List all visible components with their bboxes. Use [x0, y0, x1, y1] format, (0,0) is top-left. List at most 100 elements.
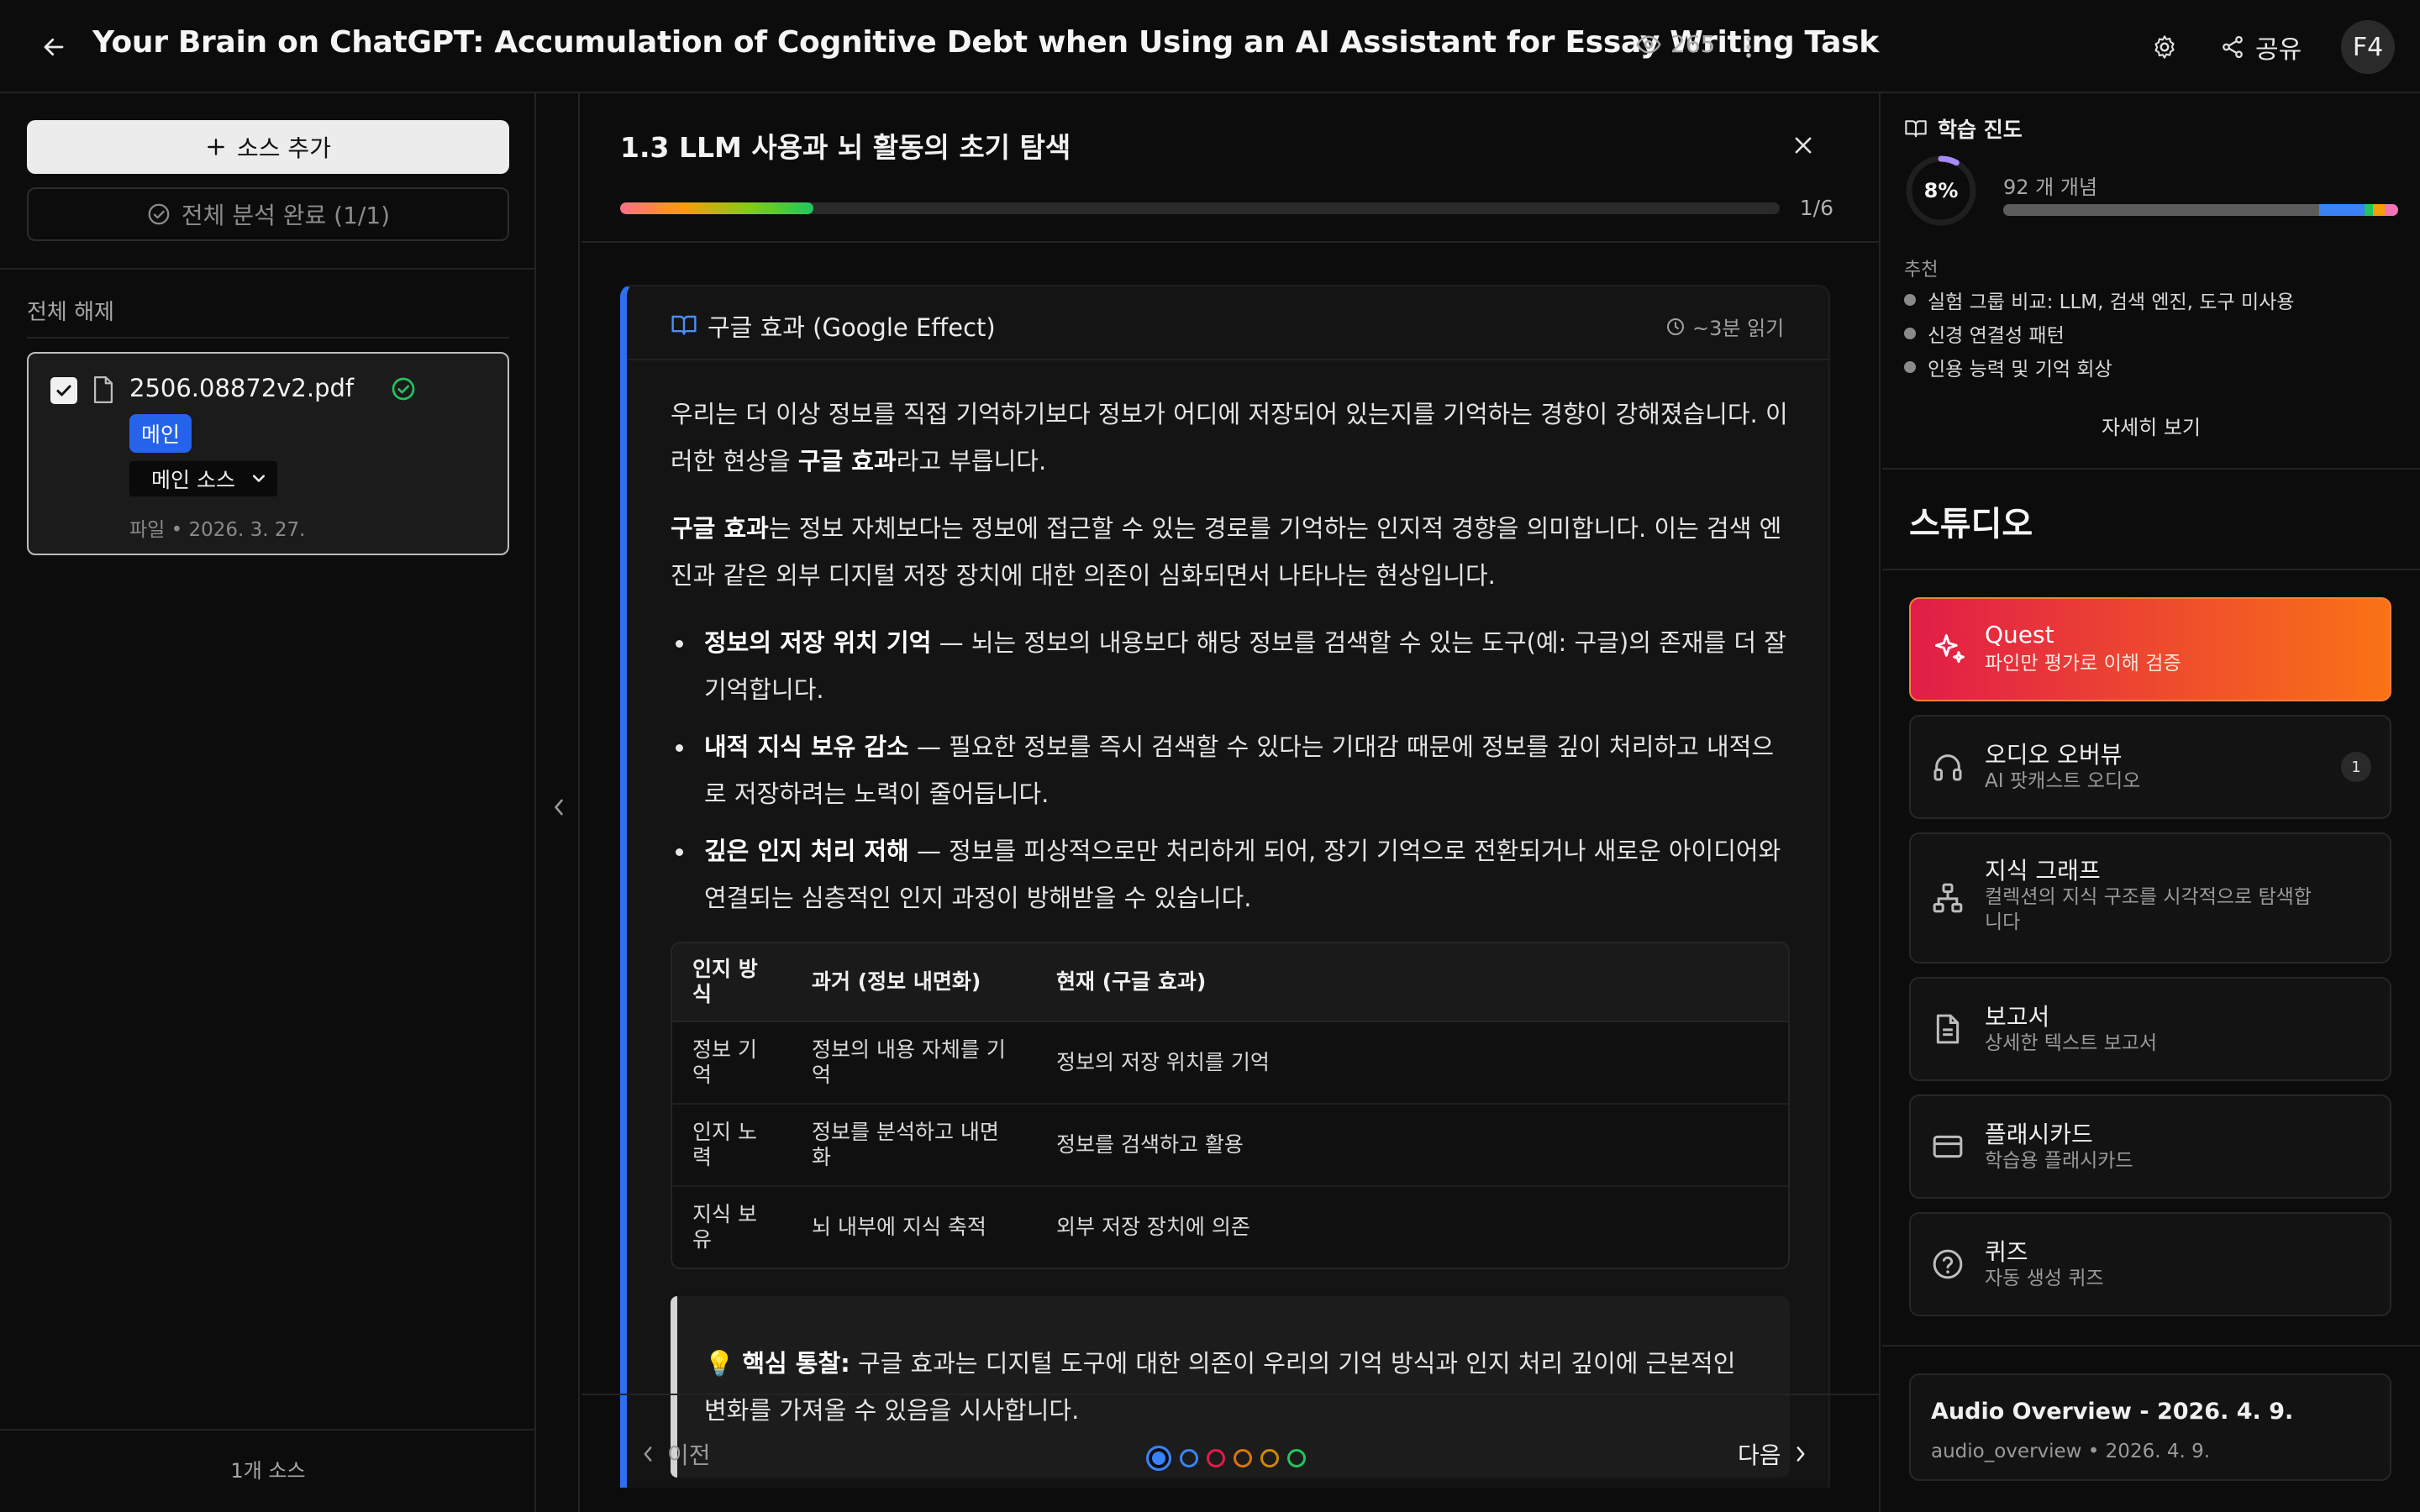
- knowledge-graph-tool-button[interactable]: 지식 그래프 컬렉션의 지식 구조를 시각적으로 탐색합니다: [1909, 832, 2391, 963]
- step-dot[interactable]: [1207, 1449, 1225, 1467]
- audio-overview-tool-button[interactable]: 오디오 오버뷰 AI 팟캐스트 오디오 1: [1909, 715, 2391, 819]
- eye-icon: [1636, 34, 1661, 54]
- add-source-label: 소스 추가: [237, 134, 331, 162]
- divider: [1882, 1345, 2420, 1347]
- learning-progress-heading: 학습 진도: [1904, 113, 2023, 144]
- tool-description: 파인만 평가로 이해 검증: [1985, 653, 2181, 675]
- flashcard-tool-button[interactable]: 플래시카드 학습용 플래시카드: [1909, 1095, 2391, 1199]
- chevron-left-icon: [555, 799, 563, 816]
- close-icon: [1795, 137, 1812, 154]
- tool-name: 보고서: [1985, 1003, 2050, 1031]
- deselect-all-button[interactable]: 전체 해제: [27, 295, 114, 326]
- table-cell: 뇌 내부에 지식 축적: [812, 1215, 986, 1239]
- user-avatar[interactable]: F4: [2341, 20, 2395, 74]
- insight-text: 구글 효과는 디지털 도구에 대한 의존이 우리의 기억 방식과 인지 처리 깊…: [704, 1349, 1736, 1425]
- table-cell: 인지 노력: [672, 1105, 792, 1187]
- tool-name: 퀴즈: [1985, 1238, 2028, 1266]
- table-row: 정보 기억 정보의 내용 자체를 기억 정보의 저장 위치를 기억: [672, 1022, 1788, 1105]
- step-dot[interactable]: [1146, 1446, 1171, 1471]
- table-cell: 정보 기억: [672, 1022, 792, 1105]
- share-icon: [2223, 35, 2243, 59]
- table-cell: 지식 보유: [692, 1202, 757, 1252]
- close-lesson-button[interactable]: [1786, 129, 1820, 162]
- tool-name: 플래시카드: [1985, 1121, 2093, 1148]
- tool-description: 자동 생성 퀴즈: [1985, 1268, 2104, 1289]
- bullet-dot: [1904, 294, 1916, 306]
- divider: [1882, 468, 2420, 470]
- table-cell: 정보를 분석하고 내면화: [792, 1105, 1036, 1187]
- recommendation-item[interactable]: 인용 능력 및 기억 회상: [1904, 350, 2294, 384]
- list-item: 내적 지식 보유 감소 — 필요한 정보를 즉시 검색할 수 있다는 기대감 때…: [671, 723, 1788, 817]
- step-dot[interactable]: [1180, 1449, 1198, 1467]
- previous-button[interactable]: 이전: [640, 1437, 711, 1471]
- comparison-table: 인지 방식 과거 (정보 내면화) 현재 (구글 효과) 정보 기억 정보의 내…: [671, 942, 1790, 1269]
- step-dot[interactable]: [1234, 1449, 1252, 1467]
- table-header: 과거 (정보 내면화): [792, 943, 1036, 1022]
- studio-title: 스튜디오: [1909, 505, 2033, 543]
- source-checkbox[interactable]: [50, 377, 77, 404]
- more-options-button[interactable]: [1736, 30, 1761, 64]
- step-dot[interactable]: [1260, 1449, 1279, 1467]
- headphones-icon: [1933, 754, 1962, 781]
- bullet-term: 깊은 인지 처리 저해: [704, 837, 909, 865]
- source-type-select[interactable]: 메인 소스: [129, 461, 277, 496]
- step-indicator: [1146, 1446, 1306, 1471]
- concept-count: 92 개 개념: [2003, 176, 2098, 199]
- lightbulb-icon: 💡: [704, 1349, 735, 1378]
- share-button[interactable]: 공유: [2220, 27, 2302, 67]
- book-icon: [671, 313, 697, 337]
- tool-name: 지식 그래프: [1985, 857, 2101, 885]
- table-cell: 정보의 저장 위치를 기억: [1036, 1022, 1788, 1105]
- lesson-title: 1.3 LLM 사용과 뇌 활동의 초기 탐색: [620, 131, 1071, 164]
- tool-description: 학습용 플래시카드: [1985, 1150, 2133, 1172]
- next-label: 다음: [1738, 1441, 1781, 1469]
- recommendation-item[interactable]: 신경 연결성 패턴: [1904, 317, 2294, 350]
- next-button[interactable]: 다음: [1738, 1437, 1808, 1471]
- lesson-progress-fill: [620, 202, 813, 214]
- lesson-content-scroll[interactable]: 구글 효과 (Google Effect) ~3분 읽기 우리는 더 이상 정보…: [620, 285, 1830, 1488]
- concept-card-body: 우리는 더 이상 정보를 직접 기억하기보다 정보가 어디에 저장되어 있는지를…: [671, 391, 1790, 1478]
- insight-label: 핵심 통찰:: [742, 1349, 850, 1378]
- see-more-link[interactable]: 자세히 보기: [1882, 411, 2420, 440]
- tool-description: AI 팟캐스트 오디오: [1985, 770, 2141, 792]
- concept-card-title: 구글 효과 (Google Effect): [708, 313, 996, 342]
- source-item[interactable]: 2506.08872v2.pdf 메인 메인 소스 파일 • 2026. 3. …: [27, 352, 509, 555]
- clock-icon: [1667, 318, 1684, 335]
- report-tool-button[interactable]: 보고서 상세한 텍스트 보고서: [1909, 977, 2391, 1081]
- table-cell: 정보를 검색하고 활용: [1036, 1105, 1788, 1187]
- divider: [1882, 569, 2420, 570]
- concept-card-header: 구글 효과 (Google Effect) ~3분 읽기: [627, 286, 1828, 360]
- recommendation-item[interactable]: 실험 그룹 비교: LLM, 검색 엔진, 도구 미사용: [1904, 283, 2294, 317]
- arrow-left-icon: [44, 38, 64, 56]
- list-item: 정보의 저장 위치 기억 — 뇌는 정보의 내용보다 해당 정보를 검색할 수 …: [671, 619, 1788, 713]
- back-button[interactable]: [37, 30, 71, 64]
- count-badge: 1: [2341, 752, 2371, 782]
- divider: [27, 337, 509, 339]
- add-source-button[interactable]: 소스 추가: [27, 120, 509, 174]
- quiz-tool-button[interactable]: 퀴즈 자동 생성 퀴즈: [1909, 1212, 2391, 1316]
- lesson-progress-bar: [620, 202, 1780, 214]
- audio-overview-item[interactable]: Audio Overview - 2026. 4. 9. audio_overv…: [1909, 1373, 2391, 1481]
- table-header: 인지 방식: [672, 943, 792, 1022]
- recommendation-text: 실험 그룹 비교: LLM, 검색 엔진, 도구 미사용: [1928, 291, 2295, 313]
- right-panel: 학습 진도 8% 92 개 개념 추천 실험 그룹 비교: LLM, 검색 엔진…: [1882, 93, 2420, 1512]
- paragraph-text: 라고 부릅니다.: [896, 447, 1047, 475]
- source-filename: 2506.08872v2.pdf: [129, 374, 355, 402]
- tool-name: 오디오 오버뷰: [1985, 741, 2123, 769]
- progress-percent: 8%: [1923, 179, 1959, 202]
- bullet-dot: [1904, 361, 1916, 373]
- recommend-label: 추천: [1904, 260, 1939, 281]
- top-header: Your Brain on ChatGPT: Accumulation of C…: [0, 0, 2420, 93]
- lesson-step-counter: 1/6: [1799, 196, 1833, 220]
- settings-button[interactable]: [2148, 30, 2181, 64]
- source-type-value: 메인 소스: [151, 468, 235, 492]
- quest-tool-button[interactable]: Quest 파인만 평가로 이해 검증: [1909, 597, 2391, 701]
- divider: [581, 241, 1881, 243]
- analysis-status: 전체 분석 완료 (1/1): [27, 187, 509, 241]
- sources-sidebar: 소스 추가 전체 분석 완료 (1/1) 전체 해제 2506.08872v2.…: [0, 93, 536, 1512]
- checkmark-icon: [56, 385, 71, 396]
- step-dot[interactable]: [1287, 1449, 1306, 1467]
- collapse-sidebar-button[interactable]: [546, 790, 571, 824]
- table-cell: 정보의 내용 자체를 기억: [792, 1022, 1036, 1105]
- bullet-term: 내적 지식 보유 감소: [704, 732, 909, 761]
